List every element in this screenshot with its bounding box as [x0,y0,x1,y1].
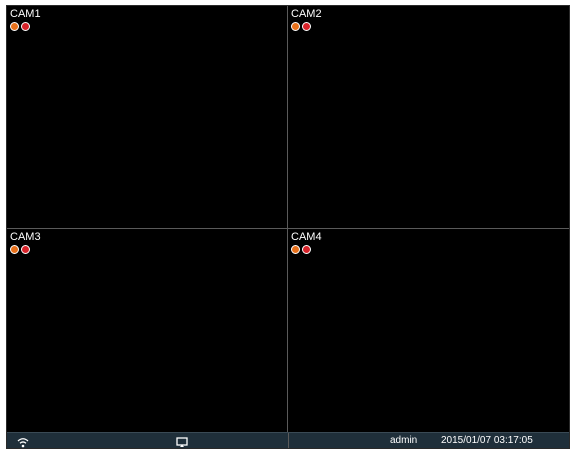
statusbar-divider [288,433,289,448]
camera-tile-2[interactable]: CAM2 [288,6,569,229]
camera-label: CAM2 [291,8,322,20]
motion-indicator-icon [10,245,19,254]
camera-grid: CAM1 CAM2 CAM3 CAM4 [7,6,569,432]
live-view-monitor: CAM1 CAM2 CAM3 CAM4 admin 2015/01/07 03:… [6,5,570,449]
motion-indicator-icon [291,22,300,31]
camera-status-icons [291,22,311,31]
camera-tile-4[interactable]: CAM4 [288,229,569,432]
camera-label: CAM1 [10,8,41,20]
status-bar: admin 2015/01/07 03:17:05 [7,432,569,448]
record-indicator-icon [302,22,311,31]
camera-tile-1[interactable]: CAM1 [7,6,288,229]
screen-cast-icon[interactable] [176,435,188,447]
camera-status-icons [291,245,311,254]
motion-indicator-icon [10,22,19,31]
camera-status-icons [10,245,30,254]
camera-label: CAM4 [291,231,322,243]
camera-status-icons [10,22,30,31]
camera-label: CAM3 [10,231,41,243]
record-indicator-icon [21,245,30,254]
logged-in-user: admin [390,435,418,446]
record-indicator-icon [21,22,30,31]
record-indicator-icon [302,245,311,254]
dvr-screen: CAM1 CAM2 CAM3 CAM4 admin 2015/01/07 03:… [0,0,577,451]
camera-tile-3[interactable]: CAM3 [7,229,288,432]
system-datetime: 2015/01/07 03:17:05 [441,435,533,446]
motion-indicator-icon [291,245,300,254]
wifi-icon[interactable] [17,435,29,448]
